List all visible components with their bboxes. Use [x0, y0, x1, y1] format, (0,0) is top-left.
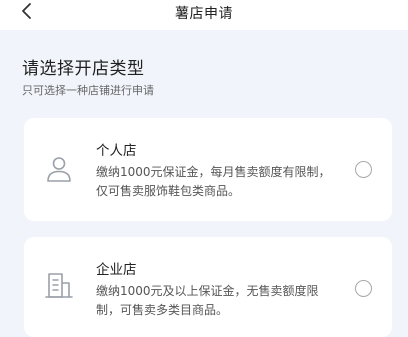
shop-type-title: 个人店 [96, 143, 137, 159]
shop-type-radio-personal[interactable] [355, 161, 372, 178]
section-heading: 请选择开店类型 [22, 59, 145, 79]
building-icon [44, 270, 74, 304]
shop-type-card-enterprise[interactable]: 企业店 缴纳1000元及以上保证金，无售卖额度限制，可售卖多类目商品。 [24, 237, 392, 337]
shop-type-radio-enterprise[interactable] [355, 280, 372, 297]
shop-type-title: 企业店 [96, 262, 137, 278]
shop-type-description: 缴纳1000元保证金，每月售卖额度有限制，仅可售卖服饰鞋包类商品。 [96, 165, 331, 198]
shop-type-description: 缴纳1000元及以上保证金，无售卖额度限制，可售卖多类目商品。 [96, 284, 319, 317]
section-subheading: 只可选择一种店铺进行申请 [22, 84, 154, 97]
top-bar: 薯店申请 [0, 0, 408, 30]
page-title: 薯店申请 [175, 6, 233, 22]
person-icon [44, 154, 74, 188]
shop-type-card-personal[interactable]: 个人店 缴纳1000元保证金，每月售卖额度有限制，仅可售卖服饰鞋包类商品。 [24, 118, 392, 221]
